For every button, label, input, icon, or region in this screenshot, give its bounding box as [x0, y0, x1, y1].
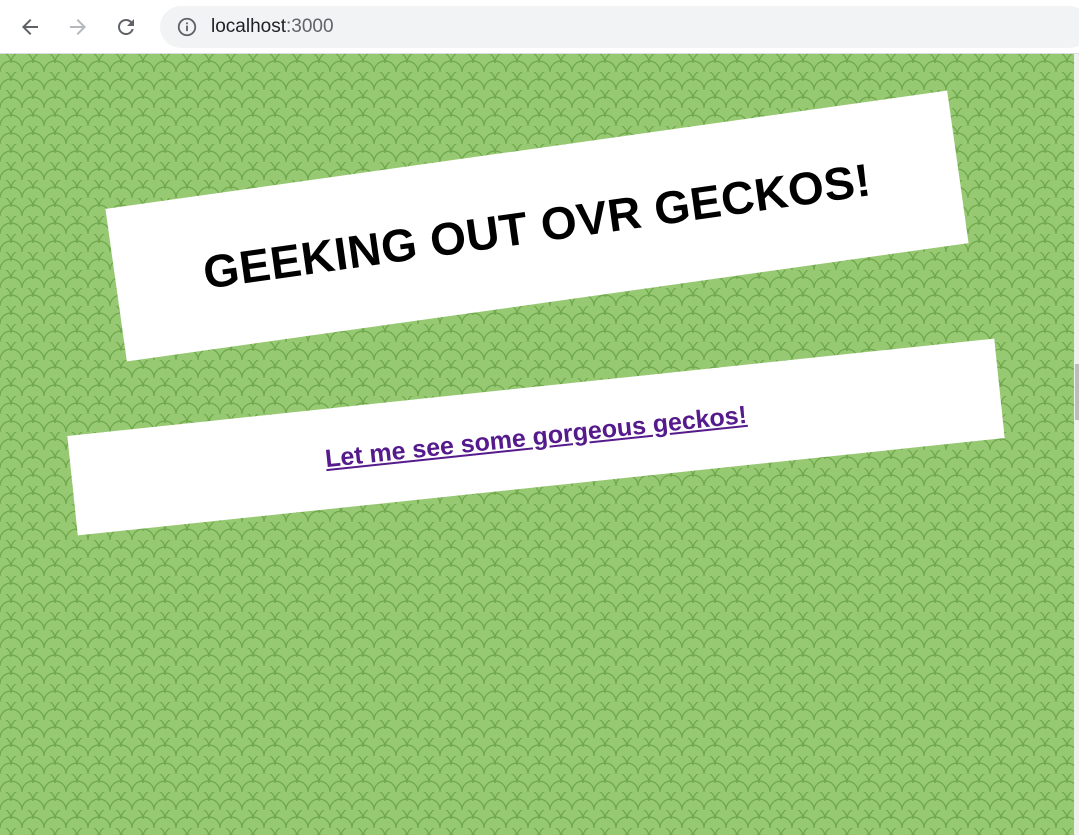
page-viewport: GEEKING OUT OVR GECKOS! Let me see some …	[0, 54, 1074, 835]
see-geckos-link[interactable]: Let me see some gorgeous geckos!	[324, 400, 748, 473]
scrollbar[interactable]	[1074, 54, 1079, 835]
arrow-right-icon	[70, 19, 86, 35]
arrow-left-icon	[22, 19, 38, 35]
address-bar[interactable]: localhost:3000	[160, 6, 1079, 48]
browser-toolbar: localhost:3000	[0, 0, 1079, 54]
forward-button[interactable]	[62, 11, 94, 43]
back-button[interactable]	[14, 11, 46, 43]
scrollbar-thumb[interactable]	[1075, 364, 1079, 420]
reload-icon	[118, 19, 134, 35]
url-port: :3000	[286, 16, 334, 37]
url-host: localhost	[211, 16, 286, 37]
reload-button[interactable]	[110, 11, 142, 43]
url-text[interactable]: localhost:3000	[211, 16, 334, 38]
info-icon[interactable]	[176, 16, 198, 38]
